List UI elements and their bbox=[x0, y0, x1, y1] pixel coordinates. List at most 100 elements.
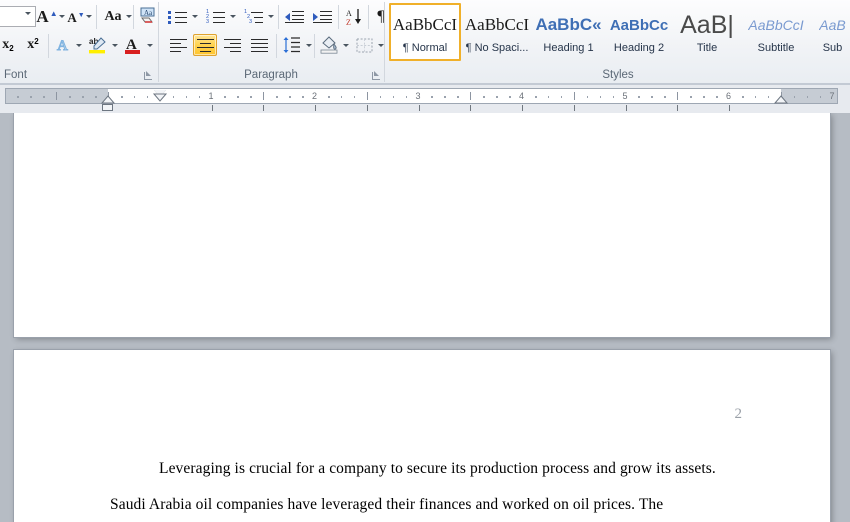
ruler-tab-stop[interactable] bbox=[418, 105, 420, 111]
style-normal[interactable]: AaBbCcI ¶ Normal bbox=[389, 3, 461, 61]
ruler-tick bbox=[263, 92, 265, 100]
align-right-button[interactable] bbox=[220, 34, 244, 56]
increase-indent-button[interactable] bbox=[310, 6, 334, 27]
shading-button[interactable] bbox=[317, 33, 341, 57]
ruler-number: 1 bbox=[208, 91, 214, 101]
ruler-dot bbox=[133, 96, 136, 98]
highlight-caret-icon[interactable] bbox=[110, 40, 120, 50]
style-preview-subtitle: AaBbCcI bbox=[748, 17, 804, 33]
horizontal-ruler[interactable]: 1 2 3 4 5 6 7 bbox=[5, 88, 838, 104]
right-indent-marker[interactable] bbox=[773, 93, 788, 104]
paragraph-2[interactable]: Saudi Arabia oil companies have leverage… bbox=[110, 496, 663, 514]
ruler-dot bbox=[353, 96, 356, 98]
document-canvas[interactable]: 2 Leveraging is crucial for a company to… bbox=[0, 113, 850, 522]
font-size-combo[interactable]: 2 bbox=[0, 6, 36, 32]
ribbon-group-paragraph: 1 2 3 1 2 3 A Z ¶ Paragraph bbox=[160, 0, 385, 85]
text-effects-caret-icon[interactable] bbox=[74, 40, 84, 50]
ruler-tab-stop[interactable] bbox=[315, 105, 316, 111]
ruler-number: 7 bbox=[829, 91, 835, 101]
style-nospacing[interactable]: AaBbCcI ¶ No Spaci... bbox=[461, 3, 533, 61]
hanging-indent-marker[interactable] bbox=[100, 93, 116, 104]
ruler-tab-stop[interactable] bbox=[211, 105, 213, 111]
group-label-styles: Styles bbox=[602, 69, 634, 81]
style-heading2[interactable]: AaBbCc Heading 2 bbox=[604, 3, 674, 61]
numbering-caret-icon[interactable] bbox=[228, 11, 238, 21]
superscript-button[interactable]: x2 bbox=[21, 34, 45, 56]
shrink-font-button[interactable]: A ▼ bbox=[66, 7, 86, 28]
subscript-button[interactable]: x2 bbox=[0, 34, 20, 56]
justify-button[interactable] bbox=[247, 34, 271, 56]
line-spacing-button[interactable] bbox=[280, 33, 304, 57]
style-preview-heading1: AaBbC« bbox=[535, 15, 602, 34]
style-heading1[interactable]: AaBbC« Heading 1 bbox=[533, 3, 604, 61]
style-subtitle[interactable]: AaBbCcI Subtitle bbox=[740, 3, 812, 61]
ruler-dot bbox=[690, 96, 692, 98]
ruler-dot bbox=[754, 96, 757, 98]
ruler-tab-stop[interactable] bbox=[470, 105, 472, 111]
style-preview-heading2: AaBbCc bbox=[609, 16, 669, 34]
multilevel-list-caret-icon[interactable] bbox=[266, 11, 276, 21]
grow-font-button[interactable]: A ▲ bbox=[36, 5, 58, 28]
text-effects-button[interactable]: A bbox=[53, 34, 75, 56]
shrink-font-caret-icon[interactable] bbox=[84, 11, 94, 21]
style-subtle[interactable]: AaB Sub bbox=[812, 3, 850, 61]
ruler-tab-stop[interactable] bbox=[729, 105, 730, 111]
ruler-dot bbox=[43, 96, 45, 98]
text-highlight-color-button[interactable]: ab bbox=[86, 33, 110, 57]
word-window: 2 A▲ A▼ Aa Aa bbox=[0, 0, 850, 522]
document-page-2[interactable]: 2 Leveraging is crucial for a company to… bbox=[14, 350, 830, 522]
numbering-button[interactable]: 1 2 3 bbox=[204, 6, 228, 27]
style-preview-nospacing: AaBbCcI bbox=[464, 15, 530, 34]
ruler-dot bbox=[224, 96, 227, 98]
ruler-area: 1 2 3 4 5 6 7 bbox=[0, 85, 850, 113]
sort-button[interactable]: A Z bbox=[342, 5, 366, 28]
bullets-caret-icon[interactable] bbox=[190, 11, 200, 21]
align-left-button[interactable] bbox=[166, 34, 190, 56]
font-color-caret-icon[interactable] bbox=[145, 40, 155, 50]
font-color-icon: A bbox=[125, 37, 140, 54]
highlighter-icon: ab bbox=[89, 37, 106, 54]
line-spacing-caret-icon[interactable] bbox=[304, 40, 314, 50]
paragraph-dialog-launcher[interactable] bbox=[370, 70, 382, 82]
ruler-dot bbox=[444, 96, 446, 98]
font-color-button[interactable]: A bbox=[121, 33, 145, 57]
style-title[interactable]: AaB| Title bbox=[674, 3, 740, 61]
decrease-indent-button[interactable] bbox=[282, 6, 306, 27]
ruler-tab-stop[interactable] bbox=[625, 105, 627, 111]
style-label-subtle: Sub bbox=[822, 42, 843, 54]
ruler-dot bbox=[793, 96, 796, 98]
ruler-dot bbox=[198, 96, 201, 98]
ruler-dot bbox=[586, 96, 589, 98]
borders-button[interactable] bbox=[352, 33, 376, 57]
ruler-dot bbox=[146, 96, 149, 98]
ruler-dot bbox=[250, 96, 252, 98]
ruler-tab-stop[interactable] bbox=[677, 105, 679, 111]
ruler-tab-stop[interactable] bbox=[263, 105, 265, 111]
svg-text:Aa: Aa bbox=[144, 9, 153, 17]
multilevel-list-button[interactable]: 1 2 3 bbox=[242, 6, 266, 27]
ruler-dot bbox=[651, 96, 653, 98]
ruler-dot bbox=[638, 96, 641, 98]
shading-caret-icon[interactable] bbox=[341, 40, 351, 50]
ruler-dot bbox=[664, 96, 666, 98]
ruler-dot bbox=[30, 96, 32, 98]
sort-az-icon: A Z bbox=[346, 8, 361, 27]
paragraph-1[interactable]: Leveraging is crucial for a company to s… bbox=[159, 460, 716, 478]
bullets-button[interactable] bbox=[166, 6, 190, 27]
first-line-indent-icon bbox=[152, 89, 167, 102]
ruler-tick bbox=[56, 92, 58, 100]
svg-text:Z: Z bbox=[346, 18, 351, 27]
clear-formatting-button[interactable]: Aa bbox=[136, 4, 160, 28]
document-page-1[interactable] bbox=[14, 113, 830, 337]
ruler-tab-stop[interactable] bbox=[573, 105, 575, 111]
ruler-tab-stop[interactable] bbox=[366, 105, 368, 111]
style-preview-normal: AaBbCcI bbox=[392, 15, 458, 34]
left-indent-marker[interactable] bbox=[102, 104, 113, 111]
ruler-dot bbox=[302, 96, 304, 98]
ruler-dot bbox=[767, 96, 770, 98]
borders-icon bbox=[356, 38, 372, 52]
change-case-button[interactable]: Aa bbox=[99, 5, 127, 28]
font-dialog-launcher[interactable] bbox=[142, 70, 154, 82]
ruler-tab-stop[interactable] bbox=[522, 105, 523, 111]
align-center-button[interactable] bbox=[193, 34, 217, 56]
